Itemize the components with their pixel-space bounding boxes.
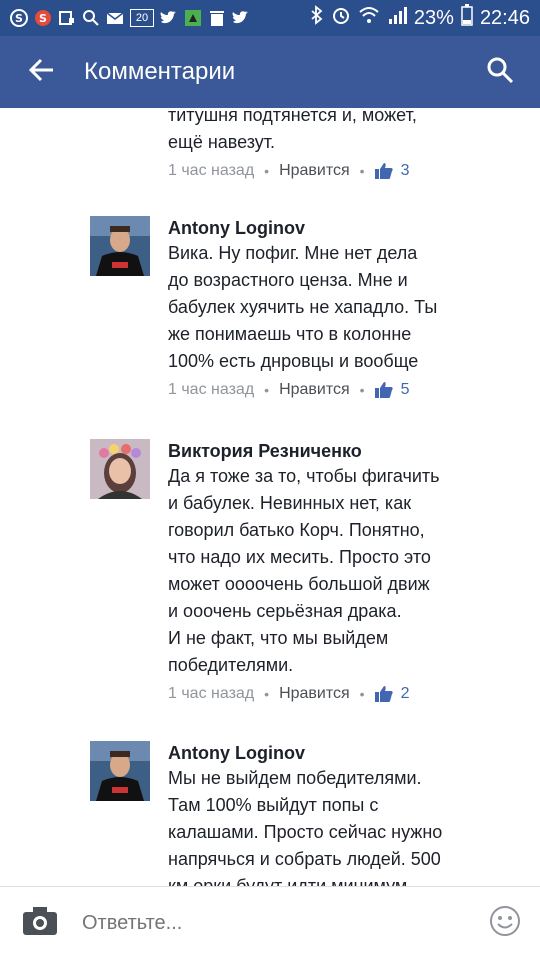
comment-time[interactable]: 1 час назад <box>168 685 254 703</box>
svg-text:S: S <box>39 12 47 25</box>
comment-author[interactable]: Виктория Резниченко <box>168 439 528 463</box>
battery-percent: 23% <box>413 6 454 29</box>
comment-meta: 1 час назад • Нравится • 2 <box>168 679 528 709</box>
wifi-icon <box>358 5 380 31</box>
like-count[interactable]: 2 <box>401 685 410 703</box>
comment: Antony Loginov Мы не выйдем победителями… <box>168 741 528 886</box>
battery-icon <box>461 4 473 32</box>
search-button[interactable] <box>460 56 540 89</box>
comment-meta: 1 час назад • Нравится • 5 <box>168 375 528 405</box>
avatar[interactable] <box>90 741 150 801</box>
clock-time: 22:46 <box>479 6 530 29</box>
separator-dot: • <box>264 382 270 398</box>
opera-icon: S <box>34 9 52 27</box>
separator-dot: • <box>359 382 365 398</box>
search-icon <box>486 56 514 89</box>
alarm-icon <box>331 5 351 31</box>
search-icon <box>82 9 100 27</box>
mail-icon <box>106 9 124 27</box>
like-button[interactable]: Нравится <box>279 381 350 399</box>
like-count[interactable]: 3 <box>401 162 410 180</box>
comment-meta: 1 час назад • Нравится • 3 <box>168 156 528 186</box>
comment-time[interactable]: 1 час назад <box>168 381 254 399</box>
comment-text: Мы не выйдем победителями. Там 100% выйд… <box>168 768 443 886</box>
like-button[interactable]: Нравится <box>279 685 350 703</box>
smiley-icon <box>489 905 521 942</box>
svg-text:S: S <box>15 12 23 25</box>
screen-icon <box>58 9 76 27</box>
comment: Виктория Резниченко Да я тоже за то, что… <box>168 439 528 709</box>
trash-icon <box>208 9 226 27</box>
comment-text: Да я тоже за то, чтобы фигачить и бабуле… <box>168 466 440 675</box>
separator-dot: • <box>359 686 365 702</box>
comment-text: титушня подтянется и, может, ещё навезут… <box>168 108 417 152</box>
avatar[interactable] <box>90 439 150 499</box>
comments-list[interactable]: титушня подтянется и, может, ещё навезут… <box>0 108 540 886</box>
twitter-icon <box>232 9 250 27</box>
thumbs-up-icon <box>374 163 393 179</box>
app-bar: Комментарии <box>0 36 540 108</box>
separator-dot: • <box>264 686 270 702</box>
signal-icon <box>387 5 407 31</box>
camera-button[interactable] <box>0 906 80 941</box>
separator-dot: • <box>359 163 365 179</box>
separator-dot: • <box>264 163 270 179</box>
avatar[interactable] <box>90 216 150 276</box>
arrow-left-icon <box>28 56 56 89</box>
comment: Antony Loginov Вика. Ну пофиг. Мне нет д… <box>168 216 528 405</box>
comment: титушня подтянется и, может, ещё навезут… <box>168 108 528 186</box>
news-badge-icon: 20 <box>130 9 154 27</box>
skype-icon: S <box>10 9 28 27</box>
status-bar: S S 20 23% 22:46 <box>0 0 540 36</box>
thumbs-up-icon <box>374 382 393 398</box>
comment-text: Вика. Ну пофиг. Мне нет дела до возрастн… <box>168 243 438 371</box>
like-count[interactable]: 5 <box>401 381 410 399</box>
emoji-button[interactable] <box>470 905 540 942</box>
back-button[interactable] <box>0 56 84 89</box>
comment-author[interactable]: Antony Loginov <box>168 741 528 765</box>
comment-time[interactable]: 1 час назад <box>168 162 254 180</box>
page-title: Комментарии <box>84 58 236 85</box>
camera-icon <box>22 906 58 941</box>
like-button[interactable]: Нравится <box>279 162 350 180</box>
bluetooth-icon <box>310 5 324 31</box>
twitter-icon <box>160 9 178 27</box>
reply-composer <box>0 886 540 960</box>
android-icon <box>184 9 202 27</box>
reply-input[interactable] <box>80 911 464 936</box>
comment-author[interactable]: Antony Loginov <box>168 216 528 240</box>
thumbs-up-icon <box>374 686 393 702</box>
